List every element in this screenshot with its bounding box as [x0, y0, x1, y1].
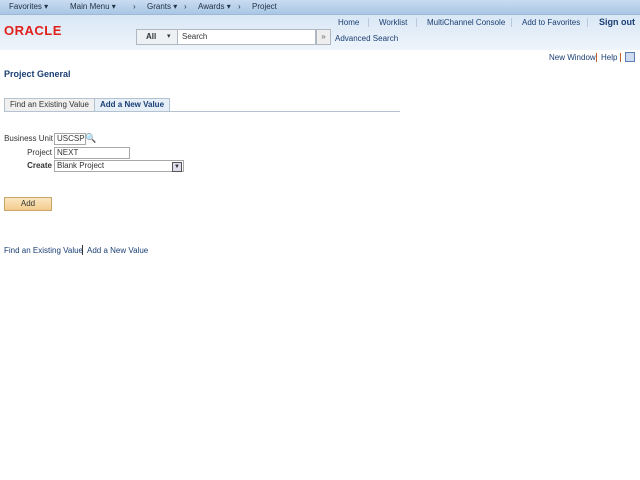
worklist-link[interactable]: Worklist: [379, 18, 407, 27]
header: ORACLE Home Worklist MultiChannel Consol…: [0, 15, 640, 50]
home-link[interactable]: Home: [338, 18, 359, 27]
create-label: Create: [27, 161, 52, 170]
breadcrumb-awards[interactable]: Awards ▾: [198, 2, 231, 11]
breadcrumb-grants[interactable]: Grants ▾: [147, 2, 177, 11]
breadcrumb-sep: ›: [238, 2, 241, 11]
page-title: Project General: [4, 69, 71, 79]
breadcrumb-project[interactable]: Project: [252, 2, 277, 11]
tab-add-new-value[interactable]: Add a New Value: [94, 98, 171, 112]
breadcrumb-sep: ›: [133, 2, 136, 11]
top-menu-bar: Favorites ▾ Main Menu ▾ › Grants ▾ › Awa…: [0, 0, 640, 15]
favorites-menu[interactable]: Favorites ▾: [9, 2, 48, 11]
main-menu[interactable]: Main Menu ▾: [70, 2, 116, 11]
lookup-icon[interactable]: 🔍: [85, 133, 96, 144]
breadcrumb-sep: ›: [184, 2, 187, 11]
business-unit-label: Business Unit: [4, 134, 53, 143]
search-scope-select[interactable]: All ▾: [136, 29, 178, 45]
add-to-favorites-link[interactable]: Add to Favorites: [522, 18, 580, 27]
footer-find-existing-link[interactable]: Find an Existing Value: [4, 246, 83, 255]
help-link[interactable]: Help: [601, 53, 617, 62]
project-label: Project: [27, 148, 52, 157]
advanced-search-link[interactable]: Advanced Search: [335, 34, 398, 43]
chevron-down-icon: ▼: [172, 162, 182, 172]
add-button[interactable]: Add: [4, 197, 52, 211]
oracle-logo: ORACLE: [4, 23, 62, 38]
business-unit-input[interactable]: USCSP: [54, 133, 86, 145]
search-input[interactable]: Search: [177, 29, 316, 45]
footer-add-new-link[interactable]: Add a New Value: [87, 246, 148, 255]
search-go-icon[interactable]: »: [316, 29, 331, 45]
new-window-link[interactable]: New Window: [549, 53, 596, 62]
sign-out-link[interactable]: Sign out: [599, 17, 635, 27]
chevron-down-icon: ▾: [167, 33, 171, 40]
customize-page-icon[interactable]: [625, 52, 635, 62]
multichannel-console-link[interactable]: MultiChannel Console: [427, 18, 505, 27]
tab-find-existing-value[interactable]: Find an Existing Value: [4, 98, 96, 112]
project-input[interactable]: NEXT: [54, 147, 130, 159]
create-select[interactable]: Blank Project ▼: [54, 160, 184, 172]
